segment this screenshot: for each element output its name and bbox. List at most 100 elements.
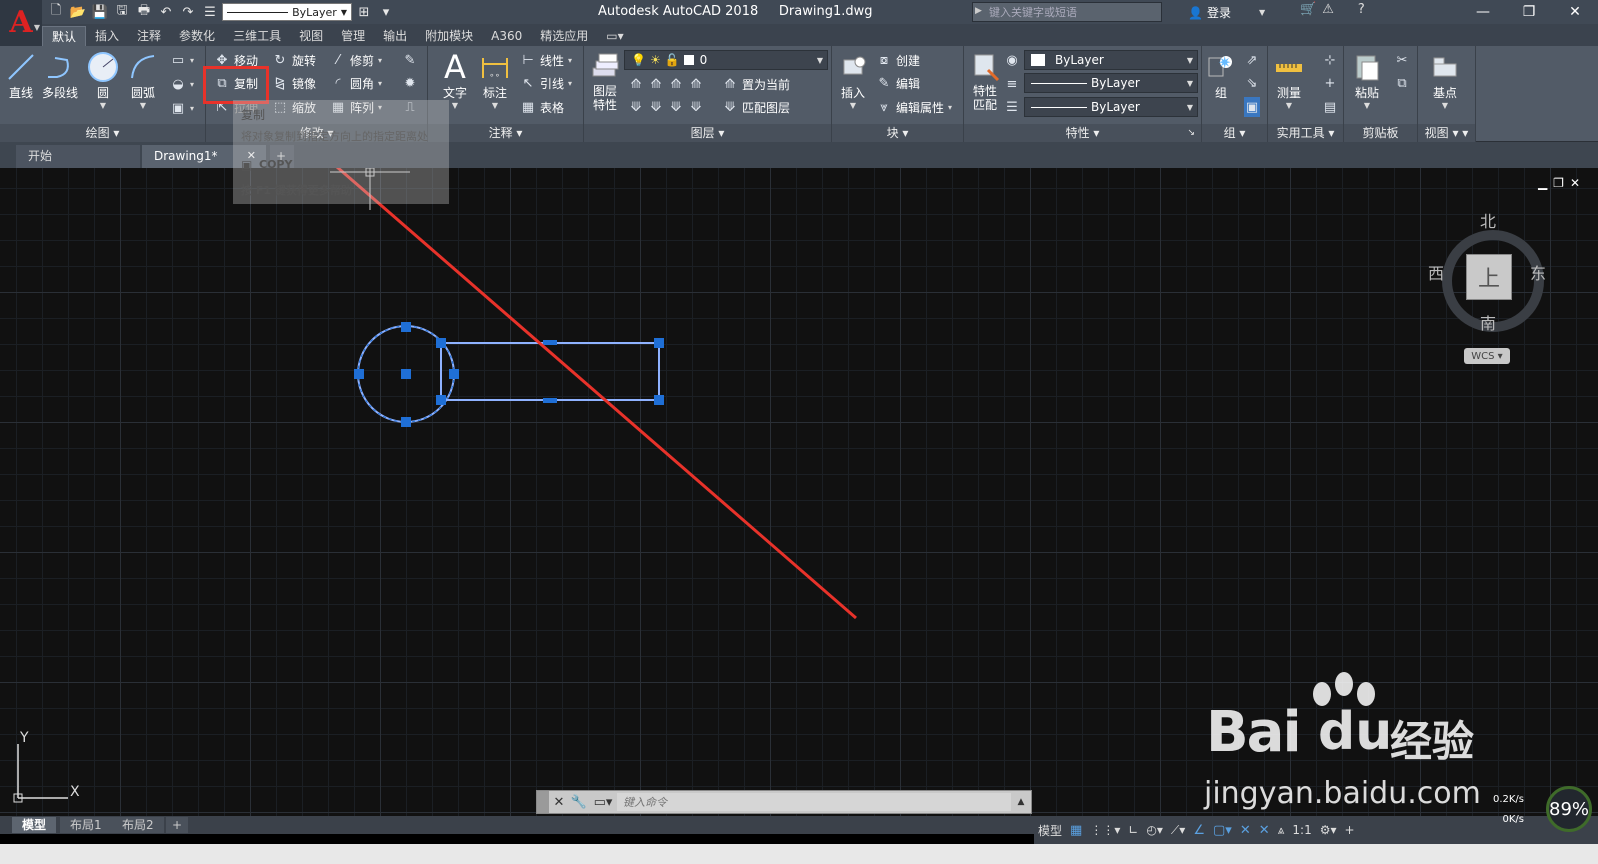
redo-icon[interactable]: ↷: [178, 2, 198, 22]
table-button[interactable]: ▦ 表格: [520, 97, 564, 117]
layer-properties-button[interactable]: 图层 特性: [588, 50, 622, 112]
command-input[interactable]: [617, 793, 1011, 811]
tab-parametric[interactable]: 参数化: [170, 26, 224, 46]
hatch-icon[interactable]: ◒ ▾: [170, 74, 194, 94]
sign-in-button[interactable]: 👤 登录 ▼: [1188, 4, 1265, 21]
wcs-menu[interactable]: WCS ▾: [1464, 348, 1510, 364]
plus-icon[interactable]: +: [1345, 823, 1355, 837]
tab-manage[interactable]: 管理: [332, 26, 374, 46]
circle-tool-button[interactable]: 圆 ▼: [86, 50, 120, 110]
leader-button[interactable]: ↖ 引线 ▾: [520, 73, 572, 93]
command-prompt-icon[interactable]: ▭▾: [589, 795, 617, 810]
group-panel-title[interactable]: 组 ▾: [1202, 124, 1267, 142]
create-block-button[interactable]: ⧇ 创建: [876, 50, 920, 70]
properties-panel-title[interactable]: 特性 ▾ ↘: [964, 124, 1201, 142]
tab-start[interactable]: 开始: [16, 145, 140, 168]
linetype-icon[interactable]: ≡: [1004, 74, 1020, 94]
tab-default[interactable]: 默认: [42, 26, 87, 46]
qat-layer-combo[interactable]: ByLayer ▼: [222, 3, 352, 21]
draw-panel-title[interactable]: 绘图 ▾: [0, 124, 205, 142]
linetype-combo[interactable]: ByLayer ▼: [1024, 73, 1198, 93]
viewcube-north[interactable]: 北: [1480, 208, 1496, 232]
edit-attributes-button[interactable]: ⩔ 编辑属性 ▾: [876, 97, 952, 117]
viewcube-south[interactable]: 南: [1480, 310, 1496, 334]
tab-featured-apps[interactable]: 精选应用: [531, 26, 597, 46]
layer-list-icon[interactable]: ☰: [200, 2, 220, 22]
restore-button[interactable]: ❐: [1506, 0, 1552, 24]
tab-layout1[interactable]: 布局1: [60, 817, 112, 833]
cart-icon[interactable]: 🛒: [1300, 2, 1316, 17]
paste-button[interactable]: 粘贴 ▼: [1350, 50, 1384, 110]
mirror-button[interactable]: ⧎ 镜像: [272, 73, 316, 93]
application-menu-button[interactable]: A ▼: [0, 0, 42, 46]
explode-button[interactable]: ✹: [402, 73, 418, 93]
layer-tools-row2[interactable]: ⟱ ⟱ ⟱ ⟱: [628, 97, 704, 117]
group-button[interactable]: ✷ 组: [1204, 50, 1238, 101]
viewcube-top-face[interactable]: 上: [1466, 254, 1512, 300]
view-panel-title[interactable]: 视图 ▾ ▾: [1418, 124, 1475, 142]
match-properties-button[interactable]: 特性 匹配: [968, 50, 1002, 112]
utilities-panel-title[interactable]: 实用工具 ▾: [1268, 124, 1343, 142]
open-file-icon[interactable]: 📂: [68, 2, 88, 22]
trim-button[interactable]: ⁄ 修剪 ▾: [330, 50, 382, 70]
lineweight-icon[interactable]: ☰: [1004, 97, 1020, 117]
annotation-panel-title[interactable]: 注释 ▾: [428, 124, 583, 142]
grid-icon[interactable]: ▦: [1070, 823, 1082, 838]
match-layer-button[interactable]: ⟱ 匹配图层: [722, 97, 790, 117]
set-current-button[interactable]: ⟰ 置为当前: [722, 74, 790, 94]
lineweight-combo[interactable]: ByLayer ▼: [1024, 97, 1198, 117]
layer-tools-row1[interactable]: ⟰ ⟰ ⟰ ⟰: [628, 74, 704, 94]
tab-a360[interactable]: A360: [482, 26, 531, 46]
dimension-tool-button[interactable]: ∘∘ 标注 ▼: [478, 50, 512, 110]
auto-scale-icon[interactable]: ✕: [1259, 823, 1270, 838]
measure-button[interactable]: 测量 ▼: [1272, 50, 1306, 110]
tab-annotate[interactable]: 注释: [128, 26, 170, 46]
polyline-tool-button[interactable]: 多段线: [42, 50, 78, 101]
viewcube-east[interactable]: 东: [1530, 260, 1546, 284]
annotation-scale-icon[interactable]: ⩓: [1278, 823, 1285, 838]
quick-select-icon[interactable]: ⊹: [1322, 50, 1338, 70]
group-select-icon[interactable]: ▣: [1244, 97, 1260, 117]
arc-tool-button[interactable]: 圆弧 ▼: [126, 50, 160, 110]
region-icon[interactable]: ▣ ▾: [170, 98, 194, 118]
block-panel-title[interactable]: 块 ▾: [832, 124, 963, 142]
annotation-scale[interactable]: 1:1: [1292, 823, 1311, 837]
base-point-button[interactable]: 基点 ▼: [1428, 50, 1462, 110]
copy-clip-icon[interactable]: ⧉: [1394, 73, 1410, 93]
close-icon[interactable]: ✕: [549, 795, 569, 810]
help-icon[interactable]: ?: [1358, 2, 1365, 17]
minimize-button[interactable]: —: [1460, 0, 1506, 24]
customize-qat-icon[interactable]: ▾: [376, 2, 396, 22]
model-space-button[interactable]: 模型: [1038, 822, 1062, 839]
drag-handle[interactable]: [537, 791, 549, 813]
new-file-icon[interactable]: 🗋: [46, 2, 66, 22]
edit-block-button[interactable]: ✎ 编辑: [876, 73, 920, 93]
tab-view[interactable]: 视图: [290, 26, 332, 46]
calculator-icon[interactable]: ▤: [1322, 97, 1338, 117]
print-icon[interactable]: 🖶: [134, 2, 154, 22]
snap-icon[interactable]: ⋮⋮▾: [1090, 823, 1120, 837]
erase-button[interactable]: ✎: [402, 50, 418, 70]
object-snap-icon[interactable]: ▢▾: [1213, 823, 1232, 838]
viewcube[interactable]: 上 北 南 西 东 WCS ▾: [1428, 206, 1558, 366]
a360-icon[interactable]: ⚠: [1322, 2, 1334, 17]
ungroup-icon[interactable]: ⇗: [1244, 50, 1260, 70]
ribbon-toggle-icon[interactable]: ▭▾: [597, 26, 632, 46]
tab-layout2[interactable]: 布局2: [112, 817, 164, 833]
gear-icon[interactable]: ⚙▾: [1320, 823, 1337, 837]
save-icon[interactable]: 💾: [90, 2, 110, 22]
line-tool-button[interactable]: 直线: [4, 50, 38, 101]
save-as-icon[interactable]: 🖫: [112, 2, 132, 22]
group-edit-icon[interactable]: ⇘: [1244, 73, 1260, 93]
close-button[interactable]: ✕: [1552, 0, 1598, 24]
insert-block-button[interactable]: 插入 ▼: [836, 50, 870, 110]
color-wheel-icon[interactable]: ◉: [1004, 50, 1020, 70]
isodraft-icon[interactable]: ⟋▾: [1171, 823, 1185, 838]
fillet-button[interactable]: ◜ 圆角 ▾: [330, 73, 382, 93]
command-history-icon[interactable]: ▲: [1011, 797, 1031, 807]
viewcube-west[interactable]: 西: [1428, 260, 1444, 284]
annotation-visibility-icon[interactable]: ✕: [1240, 823, 1251, 838]
point-icon[interactable]: +: [1322, 73, 1338, 93]
tab-3d-tools[interactable]: 三维工具: [224, 26, 290, 46]
tab-addins[interactable]: 附加模块: [416, 26, 482, 46]
